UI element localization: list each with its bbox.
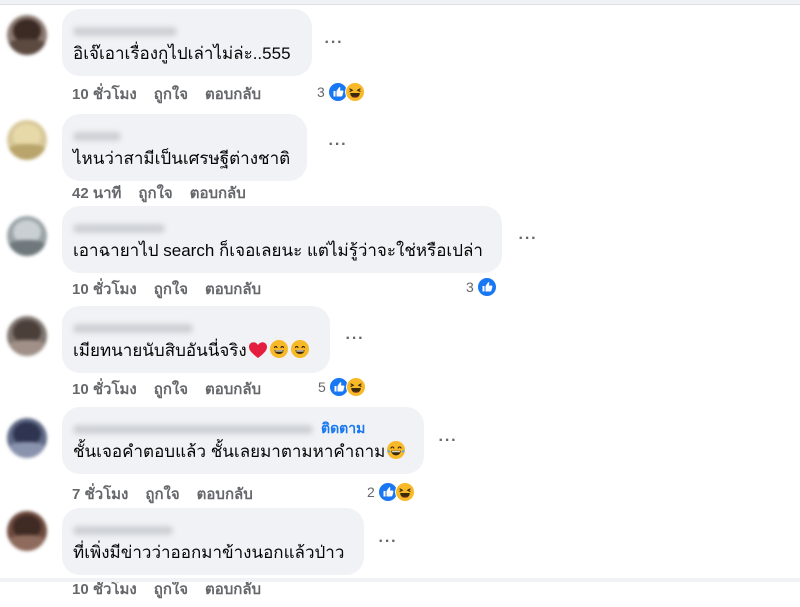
reply-link[interactable]: ตอบกลับ — [205, 82, 261, 106]
author-name[interactable] — [73, 317, 318, 339]
like-link[interactable]: ถูกใจ — [154, 277, 188, 301]
comment-text: ชั้นเจอคำตอบแล้ว ชั้นเลยมาตามหาคำถาม — [73, 440, 412, 464]
avatar[interactable] — [7, 316, 47, 356]
reply-link[interactable]: ตอบกลับ — [205, 277, 261, 301]
comment-item: เมียทนายนับสิบอันนี่จริง ··· 10 ชั่วโมง … — [0, 304, 800, 404]
more-horizontal-icon[interactable]: ··· — [343, 330, 367, 354]
author-name[interactable] — [73, 217, 490, 239]
comment-bubble: อิเจ๊เอาเรื่องกูไปเล่าไม่ล่ะ..555 — [62, 9, 312, 76]
comment-actions: 7 ชั่วโมง ถูกใจ ตอบกลับ — [72, 482, 253, 506]
comment-item: เอาฉายาไป search ก็เจอเลยนะ แต่ไม่รู้ว่า… — [0, 204, 800, 304]
author-name[interactable] — [73, 125, 295, 147]
comment-time[interactable]: 10 ชั่วโมง — [72, 377, 137, 401]
follow-button[interactable]: ติดตาม — [321, 418, 365, 440]
comment-text: เอาฉายาไป search ก็เจอเลยนะ แต่ไม่รู้ว่า… — [73, 241, 483, 260]
more-horizontal-icon[interactable]: ··· — [376, 533, 400, 557]
comment-item: ไหนว่าสามีเป็นเศรษฐีต่างชาติ ··· 42 นาที… — [0, 108, 800, 208]
avatar[interactable] — [7, 120, 47, 160]
heart-emoji — [248, 342, 267, 358]
comment-time[interactable]: 10 ชั่วโมง — [72, 277, 137, 301]
comment-text: เมียทนายนับสิบอันนี่จริง — [73, 339, 318, 363]
reply-link[interactable]: ตอบกลับ — [197, 482, 253, 506]
reply-link[interactable]: ตอบกลับ — [190, 181, 246, 205]
comment-text: ไหนว่าสามีเป็นเศรษฐีต่างชาติ — [73, 149, 291, 168]
comment-bubble: ไหนว่าสามีเป็นเศรษฐีต่างชาติ — [62, 114, 307, 181]
like-link[interactable]: ถูกใจ — [138, 181, 172, 205]
reaction-summary[interactable]: 2 — [367, 480, 415, 504]
like-icon — [476, 277, 497, 297]
more-horizontal-icon[interactable]: ··· — [516, 230, 540, 254]
reaction-count: 5 — [318, 379, 326, 395]
author-name[interactable]: ติดตาม — [73, 418, 412, 440]
avatar[interactable] — [7, 15, 47, 55]
comment-time[interactable]: 10 ชั่วโมง — [72, 82, 137, 106]
haha-icon — [344, 82, 365, 102]
reaction-count: 3 — [317, 84, 325, 100]
comment-bubble: เอาฉายาไป search ก็เจอเลยนะ แต่ไม่รู้ว่า… — [62, 206, 502, 273]
comment-text: อิเจ๊เอาเรื่องกูไปเล่าไม่ล่ะ..555 — [73, 44, 291, 63]
avatar[interactable] — [7, 216, 47, 256]
comment-time[interactable]: 7 ชั่วโมง — [72, 482, 128, 506]
comment-bubble: เมียทนายนับสิบอันนี่จริง — [62, 306, 330, 373]
top-divider — [0, 0, 800, 5]
reaction-summary[interactable]: 3 — [317, 80, 365, 104]
comment-bubble: ติดตาม ชั้นเจอคำตอบแล้ว ชั้นเลยมาตามหาคำ… — [62, 407, 424, 474]
smile-emoji — [269, 340, 288, 358]
like-link[interactable]: ถูกใจ — [154, 82, 188, 106]
comment-time[interactable]: 42 นาที — [72, 181, 121, 205]
like-link[interactable]: ถูกใจ — [145, 482, 179, 506]
more-horizontal-icon[interactable]: ··· — [436, 432, 460, 456]
comment-actions: 10 ชั่วโมง ถูกใจ ตอบกลับ — [72, 82, 261, 106]
reaction-count: 2 — [367, 484, 375, 500]
comment-item: ที่เพิ่งมีข่าวว่าออกมาข้างนอกแล้วป่าว ··… — [0, 507, 800, 607]
author-name[interactable] — [73, 519, 352, 541]
author-name[interactable] — [73, 20, 300, 42]
tears-of-joy-emoji — [387, 441, 406, 459]
comment-text: ที่เพิ่งมีข่าวว่าออกมาข้างนอกแล้วป่าว — [73, 543, 345, 562]
haha-icon — [345, 377, 366, 397]
like-link[interactable]: ถูกใจ — [154, 377, 188, 401]
comment-item: อิเจ๊เอาเรื่องกูไปเล่าไม่ล่ะ..555 ··· 10… — [0, 9, 800, 109]
reaction-count: 3 — [466, 279, 474, 295]
more-horizontal-icon[interactable]: ··· — [322, 34, 346, 58]
haha-icon — [394, 482, 415, 502]
reply-link[interactable]: ตอบกลับ — [205, 377, 261, 401]
comment-actions: 42 นาที ถูกใจ ตอบกลับ — [72, 181, 246, 205]
more-horizontal-icon[interactable]: ··· — [326, 136, 350, 160]
comment-text-body: ชั้นเจอคำตอบแล้ว ชั้นเลยมาตามหาคำถาม — [73, 442, 386, 461]
comment-bubble: ที่เพิ่งมีข่าวว่าออกมาข้างนอกแล้วป่าว — [62, 508, 364, 575]
comment-actions: 10 ชั่วโมง ถูกใจ ตอบกลับ — [72, 377, 261, 401]
reaction-summary[interactable]: 5 — [318, 375, 366, 399]
reaction-summary[interactable]: 3 — [466, 275, 497, 299]
comment-item: ติดตาม ชั้นเจอคำตอบแล้ว ชั้นเลยมาตามหาคำ… — [0, 406, 800, 506]
smile-emoji — [290, 340, 309, 358]
avatar[interactable] — [7, 418, 47, 458]
bottom-divider — [0, 578, 800, 582]
comment-actions: 10 ชั่วโมง ถูกใจ ตอบกลับ — [72, 277, 261, 301]
comment-text-body: เมียทนายนับสิบอันนี่จริง — [73, 341, 247, 360]
avatar[interactable] — [7, 511, 47, 551]
